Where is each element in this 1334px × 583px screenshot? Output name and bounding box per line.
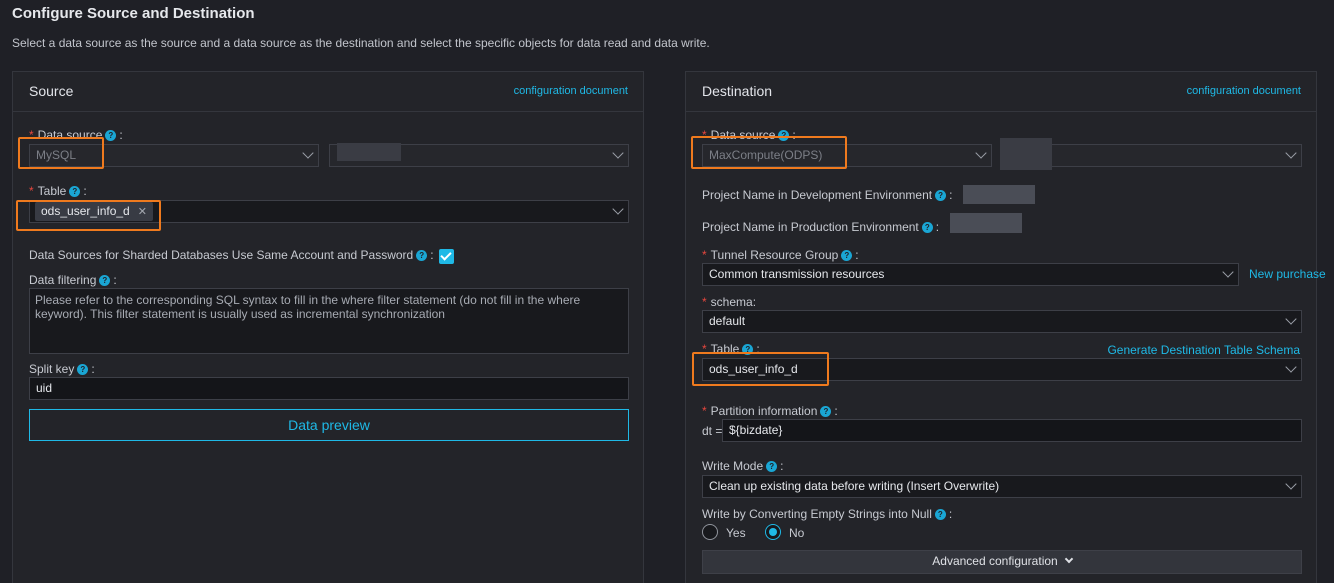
advanced-configuration-button[interactable]: Advanced configuration — [702, 550, 1302, 574]
chevron-down-icon — [612, 203, 624, 215]
required-mark: * — [702, 295, 707, 309]
required-mark: * — [29, 184, 34, 198]
partition-prefix: dt = — [702, 424, 723, 438]
redacted-value — [1000, 138, 1052, 170]
source-title: Source — [29, 83, 74, 99]
source-filtering-textarea[interactable]: Please refer to the corresponding SQL sy… — [29, 288, 629, 354]
source-sharded-label: Data Sources for Sharded Databases Use S… — [29, 248, 434, 262]
destination-table-select[interactable]: ods_user_info_d — [702, 358, 1302, 381]
help-icon[interactable]: ? — [77, 364, 89, 376]
help-icon[interactable]: ? — [778, 130, 790, 142]
redacted-value — [337, 143, 401, 161]
partition-input[interactable]: ${bizdate} — [722, 419, 1302, 442]
source-split-key-label: Split key?: — [29, 362, 95, 376]
source-data-source-type-select[interactable]: MySQL — [29, 144, 319, 167]
required-mark: * — [702, 128, 707, 142]
tunnel-select[interactable]: Common transmission resources — [702, 263, 1239, 286]
help-icon[interactable]: ? — [935, 190, 947, 202]
help-icon[interactable]: ? — [416, 250, 428, 262]
chevron-down-icon — [612, 147, 624, 159]
help-icon[interactable]: ? — [742, 344, 754, 356]
chevron-down-icon — [1285, 313, 1297, 325]
source-table-tag: ods_user_info_d ✕ — [35, 202, 153, 221]
redacted-value — [963, 185, 1035, 204]
schema-select[interactable]: default — [702, 310, 1302, 333]
new-purchase-link[interactable]: New purchase — [1249, 267, 1326, 281]
help-icon[interactable]: ? — [105, 130, 117, 142]
required-mark: * — [702, 404, 707, 418]
empty-null-no-label: No — [789, 526, 805, 540]
help-icon[interactable]: ? — [69, 186, 81, 198]
source-config-doc-link[interactable]: configuration document — [514, 85, 628, 97]
empty-null-yes-label: Yes — [726, 526, 746, 540]
help-icon[interactable]: ? — [99, 275, 111, 287]
source-panel: Source configuration document * Data sour… — [12, 71, 644, 583]
project-dev-label: Project Name in Development Environment?… — [702, 188, 953, 202]
chevron-down-icon — [975, 147, 987, 159]
destination-title: Destination — [702, 83, 773, 99]
destination-table-label: * Table?: — [702, 342, 760, 356]
source-filtering-label: Data filtering?: — [29, 273, 117, 287]
partition-label: * Partition information?: — [702, 404, 838, 418]
help-icon[interactable]: ? — [820, 406, 832, 418]
required-mark: * — [29, 128, 34, 142]
destination-config-doc-link[interactable]: configuration document — [1187, 85, 1301, 97]
help-icon[interactable]: ? — [841, 250, 853, 262]
source-data-source-label: * Data source?: — [29, 128, 123, 142]
destination-data-source-type-select[interactable]: MaxCompute(ODPS) — [702, 144, 992, 167]
chevron-down-icon — [1222, 266, 1234, 278]
source-sharded-checkbox[interactable] — [439, 249, 454, 264]
generate-schema-link[interactable]: Generate Destination Table Schema — [1107, 343, 1300, 357]
write-mode-label: Write Mode?: — [702, 459, 784, 473]
destination-data-source-label: * Data source?: — [702, 128, 796, 142]
source-panel-header: Source configuration document — [13, 72, 643, 112]
redacted-value — [950, 213, 1022, 233]
tunnel-label: * Tunnel Resource Group?: — [702, 248, 859, 262]
source-table-label: * Table?: — [29, 184, 87, 198]
project-prod-label: Project Name in Production Environment?: — [702, 220, 940, 234]
chevron-down-icon — [1285, 478, 1297, 490]
destination-panel-header: Destination configuration document — [686, 72, 1316, 112]
chevron-down-icon — [1285, 147, 1297, 159]
destination-panel: Destination configuration document * Data… — [685, 71, 1326, 583]
page-description: Select a data source as the source and a… — [12, 36, 710, 50]
chevron-down-icon — [302, 147, 314, 159]
empty-null-yes-radio[interactable] — [702, 524, 718, 540]
source-split-key-input[interactable]: uid — [29, 377, 629, 400]
data-preview-button[interactable]: Data preview — [29, 409, 629, 441]
schema-label: * schema: — [702, 295, 757, 309]
help-icon[interactable]: ? — [766, 461, 778, 473]
empty-null-no-radio[interactable] — [765, 524, 781, 540]
page-title: Configure Source and Destination — [12, 5, 255, 22]
help-icon[interactable]: ? — [934, 509, 946, 521]
empty-null-label: Write by Converting Empty Strings into N… — [702, 507, 953, 521]
write-mode-select[interactable]: Clean up existing data before writing (I… — [702, 475, 1302, 498]
chevron-down-icon — [1064, 554, 1073, 564]
required-mark: * — [702, 342, 707, 356]
help-icon[interactable]: ? — [921, 222, 933, 234]
required-mark: * — [702, 248, 707, 262]
chevron-down-icon — [1285, 361, 1297, 373]
close-icon[interactable]: ✕ — [138, 206, 147, 218]
